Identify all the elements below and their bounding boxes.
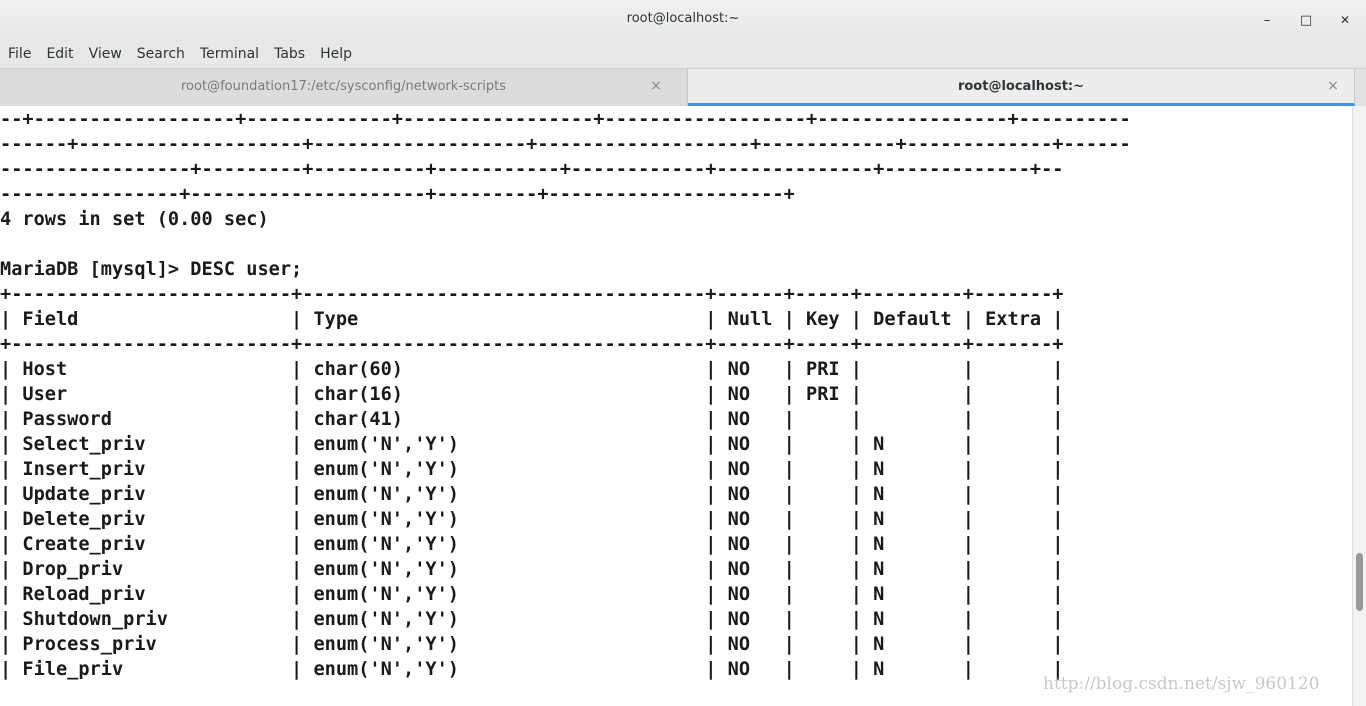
terminal-output[interactable]: --+------------------+-------------+----… <box>0 106 1352 706</box>
maximize-button[interactable]: □ <box>1294 8 1318 32</box>
terminal-line: | User | char(16) | NO | PRI | | | <box>0 384 1064 405</box>
menu-file[interactable]: File <box>1 46 38 62</box>
terminal-line: | Password | char(41) | NO | | | | <box>0 409 1064 430</box>
minimize-icon: – <box>1263 12 1271 28</box>
close-icon: ✕ <box>1339 13 1351 27</box>
menu-help[interactable]: Help <box>313 46 359 62</box>
terminal-line: | Create_priv | enum('N','Y') | NO | | N… <box>0 534 1064 555</box>
tab-close-icon[interactable]: × <box>648 78 664 94</box>
menu-tabs[interactable]: Tabs <box>267 46 312 62</box>
terminal-line: | Reload_priv | enum('N','Y') | NO | | N… <box>0 584 1064 605</box>
terminal-line: | Field | Type | Null | Key | Default | … <box>0 309 1064 330</box>
menu-edit[interactable]: Edit <box>39 46 80 62</box>
scrollbar-track[interactable] <box>1352 106 1366 706</box>
tab-bar: root@foundation17:/etc/sysconfig/network… <box>0 69 1366 106</box>
terminal-line: --+------------------+-------------+----… <box>0 109 1131 130</box>
window-title: root@localhost:~ <box>626 11 740 26</box>
tab-close-icon[interactable]: × <box>1325 78 1341 94</box>
minimize-button[interactable]: – <box>1255 8 1279 32</box>
terminal-line: | Delete_priv | enum('N','Y') | NO | | N… <box>0 509 1064 530</box>
scrollbar-thumb[interactable] <box>1356 553 1363 611</box>
terminal-line: MariaDB [mysql]> DESC user; <box>0 259 303 280</box>
terminal-line: | Update_priv | enum('N','Y') | NO | | N… <box>0 484 1064 505</box>
tab-label: root@foundation17:/etc/sysconfig/network… <box>181 79 506 94</box>
title-bar: root@localhost:~ – □ ✕ <box>0 0 1366 40</box>
terminal-line: | Select_priv | enum('N','Y') | NO | | N… <box>0 434 1064 455</box>
tab-localhost[interactable]: root@localhost:~ × <box>688 69 1355 106</box>
close-window-button[interactable]: ✕ <box>1333 8 1357 32</box>
tab-label: root@localhost:~ <box>957 79 1085 94</box>
menu-search[interactable]: Search <box>130 46 192 62</box>
terminal-line: | Host | char(60) | NO | PRI | | | <box>0 359 1064 380</box>
menu-view[interactable]: View <box>82 46 129 62</box>
terminal-line: | Shutdown_priv | enum('N','Y') | NO | |… <box>0 609 1064 630</box>
menu-bar: File Edit View Search Terminal Tabs Help <box>0 40 1366 69</box>
terminal-line: ----------------+---------------------+-… <box>0 184 795 205</box>
terminal-line: +-------------------------+-------------… <box>0 284 1064 305</box>
terminal-line: | Process_priv | enum('N','Y') | NO | | … <box>0 634 1064 655</box>
terminal-line: +-------------------------+-------------… <box>0 334 1064 355</box>
watermark: http://blog.csdn.net/sjw_960120 <box>1043 674 1320 694</box>
terminal-line: | Drop_priv | enum('N','Y') | NO | | N |… <box>0 559 1064 580</box>
terminal-line: 4 rows in set (0.00 sec) <box>0 209 269 230</box>
maximize-icon: □ <box>1299 12 1313 28</box>
menu-terminal[interactable]: Terminal <box>193 46 266 62</box>
terminal-line: | File_priv | enum('N','Y') | NO | | N |… <box>0 659 1064 680</box>
terminal-line: ------+--------------------+------------… <box>0 134 1131 155</box>
terminal-line: | Insert_priv | enum('N','Y') | NO | | N… <box>0 459 1064 480</box>
terminal-line: -----------------+---------+----------+-… <box>0 159 1064 180</box>
tab-network-scripts[interactable]: root@foundation17:/etc/sysconfig/network… <box>0 69 688 106</box>
